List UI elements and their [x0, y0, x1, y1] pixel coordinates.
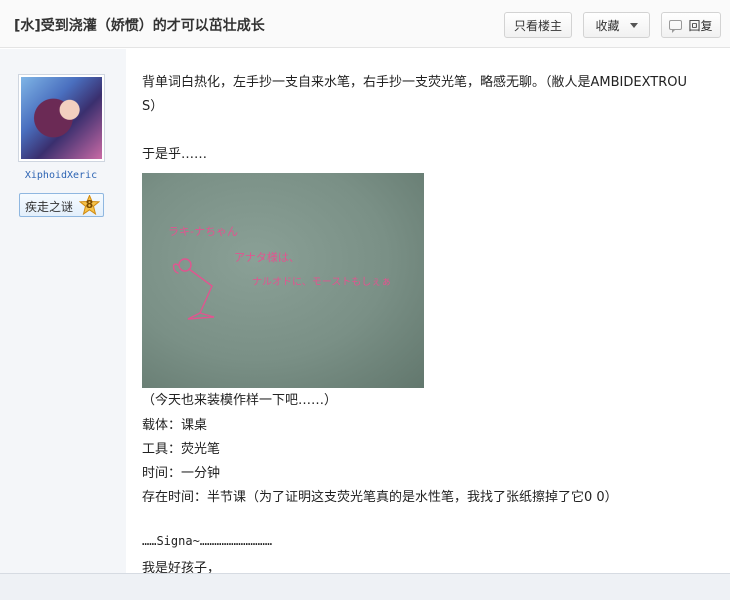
post-duration: 存在时间：半节课（为了证明这支荧光笔真的是水性笔，我找了张纸擦掉了它0 0） [142, 490, 618, 505]
avatar-image [21, 77, 102, 159]
post-line-1: 背单词白热化，左手抄一支自来水笔，右手抄一支荧光笔，略感无聊。（敝人是AMBID… [142, 75, 687, 90]
post-line-1b: S） [142, 99, 164, 114]
avatar[interactable] [18, 74, 105, 162]
speech-bubble-icon [669, 20, 683, 33]
author-sidebar: XiphoidXeric 疾走之谜 8 [0, 49, 126, 573]
thread-header: [水]受到浇灌（娇惯）的才可以茁壮成长 只看楼主 收藏 回复 [0, 0, 730, 48]
reply-label: 回复 [688, 18, 713, 33]
bottom-bar [0, 573, 730, 600]
post-line-2: 于是乎…… [142, 147, 208, 162]
level-badge[interactable]: 疾走之谜 8 [19, 193, 104, 217]
post-photo[interactable]: ラキ-ナちゃん アナタ様は、 ナルオドに、モーストもしぇぁ [142, 173, 424, 388]
only-louzhu-label: 只看楼主 [513, 18, 562, 33]
photo-text-3: ナルオドに、モーストもしぇぁ [252, 276, 391, 288]
post-carrier: 载体：课桌 [142, 418, 208, 433]
photo-caption: （今天也来装模作样一下吧……） [142, 393, 338, 408]
favorite-label: 收藏 [595, 18, 620, 33]
signature-line: ……Signa~………………………… [142, 534, 273, 548]
author-username[interactable]: XiphoidXeric [0, 170, 122, 181]
reply-button[interactable]: 回复 [661, 12, 721, 38]
level-number: 8 [85, 198, 94, 211]
caret-down-icon [629, 22, 638, 28]
desk-drawing: ラキ-ナちゃん アナタ様は、 ナルオドに、モーストもしぇぁ [168, 225, 391, 320]
level-title: 疾走之谜 [25, 200, 74, 214]
thread-title: [水]受到浇灌（娇惯）的才可以茁壮成长 [14, 18, 265, 34]
favorite-button[interactable]: 收藏 [583, 12, 650, 38]
post-time: 时间：一分钟 [142, 466, 221, 481]
post-tool: 工具：荧光笔 [142, 442, 221, 457]
photo-text-1: ラキ-ナちゃん [168, 225, 238, 238]
only-louzhu-button[interactable]: 只看楼主 [504, 12, 572, 38]
photo-text-2: アナタ様は、 [234, 250, 300, 264]
